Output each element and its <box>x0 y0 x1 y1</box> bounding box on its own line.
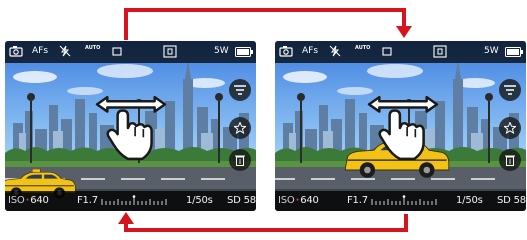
iso-readout: ISO·640 <box>8 195 49 206</box>
aperture-readout: F1.7 <box>347 195 368 206</box>
iso-readout: ISO·640 <box>278 195 319 206</box>
storage-readout: SD 58 <box>227 195 256 206</box>
horizontal-swipe-hand-icon <box>367 95 439 161</box>
shutter-readout: 1/50s <box>186 195 213 206</box>
horizontal-swipe-hand-icon <box>95 95 167 161</box>
exposure-scale <box>101 195 167 205</box>
exposure-bar: ISO·640 F1.7 1/50s SD 58 <box>275 191 526 211</box>
storage-readout: SD 58 <box>497 195 526 206</box>
exposure-scale <box>371 195 437 205</box>
live-view-screen-before[interactable]: AFs AUTO 5W ISO·640 F1.7 1/50s SD 58 <box>5 41 256 211</box>
shutter-readout: 1/50s <box>456 195 483 206</box>
live-view-screen-after[interactable]: AFs AUTO 5W ISO·640 F1.7 1/50s SD 58 <box>275 41 526 211</box>
exposure-bar: ISO·640 F1.7 1/50s SD 58 <box>5 191 256 211</box>
aperture-readout: F1.7 <box>77 195 98 206</box>
